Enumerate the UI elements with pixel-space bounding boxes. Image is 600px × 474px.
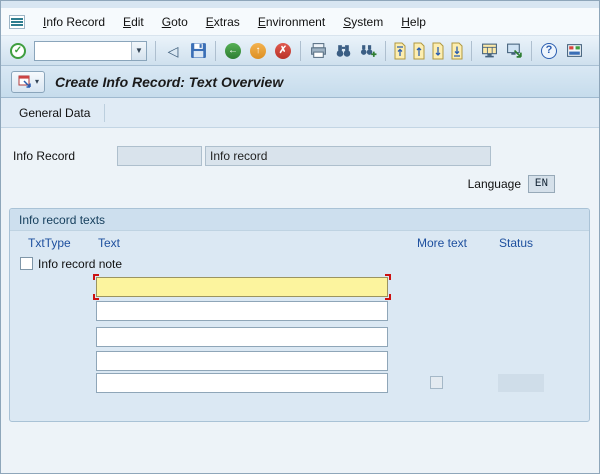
print-button[interactable] xyxy=(307,40,329,62)
toolbar-separator xyxy=(300,41,301,61)
find-button[interactable] xyxy=(332,40,354,62)
selection-corner xyxy=(93,274,99,280)
text-input-5[interactable] xyxy=(96,373,388,393)
create-shortcut-button[interactable] xyxy=(503,40,525,62)
toolbar-separator xyxy=(385,41,386,61)
help-question-icon: ? xyxy=(541,43,557,59)
cancel-button[interactable]: ✗ xyxy=(272,40,294,62)
last-page-button[interactable] xyxy=(449,42,465,60)
menu-extras[interactable]: Extras xyxy=(198,12,248,32)
menu-bar: Info Record Edit Goto Extras Environment… xyxy=(1,8,599,36)
info-record-label: Info Record xyxy=(13,149,75,163)
info-record-note-label: Info record note xyxy=(38,257,122,271)
command-field[interactable]: ▼ xyxy=(34,41,147,61)
more-text-checkbox xyxy=(430,376,443,389)
customize-layout-icon xyxy=(566,42,583,59)
enter-button[interactable]: ✓ xyxy=(7,40,29,62)
language-label: Language xyxy=(441,177,521,191)
screen-title-bar: ▾ Create Info Record: Text Overview xyxy=(1,66,599,98)
last-page-icon xyxy=(449,42,465,60)
screen-icon xyxy=(17,74,33,89)
toolbar-separator xyxy=(471,41,472,61)
menu-goto[interactable]: Goto xyxy=(154,12,196,32)
toolbar-separator xyxy=(215,41,216,61)
text-row-3 xyxy=(96,327,388,347)
new-session-icon xyxy=(481,42,498,59)
save-floppy-icon xyxy=(190,42,207,59)
binoculars-plus-icon xyxy=(360,42,377,59)
title-bar-menu-button[interactable]: ▾ xyxy=(11,71,45,93)
column-header-text: Text xyxy=(98,236,120,250)
first-page-icon xyxy=(392,42,408,60)
command-dropdown-icon[interactable]: ▼ xyxy=(131,42,146,60)
save-button[interactable] xyxy=(187,40,209,62)
cancel-x-icon: ✗ xyxy=(275,43,291,59)
status-display xyxy=(498,374,544,392)
sap-window: Info Record Edit Goto Extras Environment… xyxy=(0,0,600,474)
column-header-status: Status xyxy=(499,236,533,250)
toolbar-separator xyxy=(104,104,105,122)
info-record-number-field xyxy=(117,146,202,166)
menu-help[interactable]: Help xyxy=(393,12,434,32)
text-row-5 xyxy=(96,373,388,393)
text-input-3[interactable] xyxy=(96,327,388,347)
first-page-button[interactable] xyxy=(392,42,408,60)
application-toolbar: General Data xyxy=(1,98,599,128)
panel-title: Info record texts xyxy=(19,213,105,227)
command-input[interactable] xyxy=(35,43,131,59)
printer-icon xyxy=(310,42,327,59)
shortcut-icon xyxy=(506,42,523,59)
exit-arrow-icon: ↑ xyxy=(250,43,266,59)
standard-toolbar: ✓ ▼ ◁ ← ↑ ✗ xyxy=(1,36,599,66)
menu-system[interactable]: System xyxy=(335,12,391,32)
text-row-4 xyxy=(96,351,388,371)
help-button[interactable]: ? xyxy=(538,40,560,62)
general-data-button[interactable]: General Data xyxy=(13,102,96,124)
find-next-button[interactable] xyxy=(357,40,379,62)
info-record-note-checkbox[interactable] xyxy=(20,257,33,270)
info-record-texts-panel: Info record texts TxtType Text More text… xyxy=(9,208,590,422)
back-arrow-icon: ← xyxy=(225,43,241,59)
enter-check-icon: ✓ xyxy=(10,43,26,59)
info-record-description-field: Info record xyxy=(205,146,491,166)
selection-corner xyxy=(385,274,391,280)
selection-corner xyxy=(385,294,391,300)
new-session-button[interactable] xyxy=(478,40,500,62)
chevron-down-icon: ▾ xyxy=(35,77,39,86)
screen-content: Info Record Info record Language EN Info… xyxy=(1,128,599,468)
page-title: Create Info Record: Text Overview xyxy=(55,74,283,90)
column-header-more-text: More text xyxy=(417,236,467,250)
toolbar-separator xyxy=(155,41,156,61)
toolbar-separator xyxy=(531,41,532,61)
back-triangle-icon: ◁ xyxy=(168,44,179,58)
exit-button[interactable]: ↑ xyxy=(247,40,269,62)
system-menu-icon[interactable] xyxy=(9,15,25,29)
language-field: EN xyxy=(528,175,555,193)
text-row-1 xyxy=(96,277,388,297)
back-navigation-button[interactable]: ← xyxy=(222,40,244,62)
text-input-2[interactable] xyxy=(96,301,388,321)
previous-page-icon xyxy=(411,42,427,60)
window-top-strip xyxy=(1,1,599,8)
column-header-txttype: TxtType xyxy=(28,236,71,250)
customize-layout-button[interactable] xyxy=(563,40,585,62)
text-row-2 xyxy=(96,301,388,321)
binoculars-icon xyxy=(335,42,352,59)
next-page-button[interactable] xyxy=(430,42,446,60)
menu-edit[interactable]: Edit xyxy=(115,12,152,32)
text-input-4[interactable] xyxy=(96,351,388,371)
selection-corner xyxy=(93,294,99,300)
previous-page-button[interactable] xyxy=(411,42,427,60)
text-input-1[interactable] xyxy=(96,277,388,297)
menu-environment[interactable]: Environment xyxy=(250,12,333,32)
next-page-icon xyxy=(430,42,446,60)
back-button[interactable]: ◁ xyxy=(162,40,184,62)
menu-info-record[interactable]: Info Record xyxy=(35,12,113,32)
